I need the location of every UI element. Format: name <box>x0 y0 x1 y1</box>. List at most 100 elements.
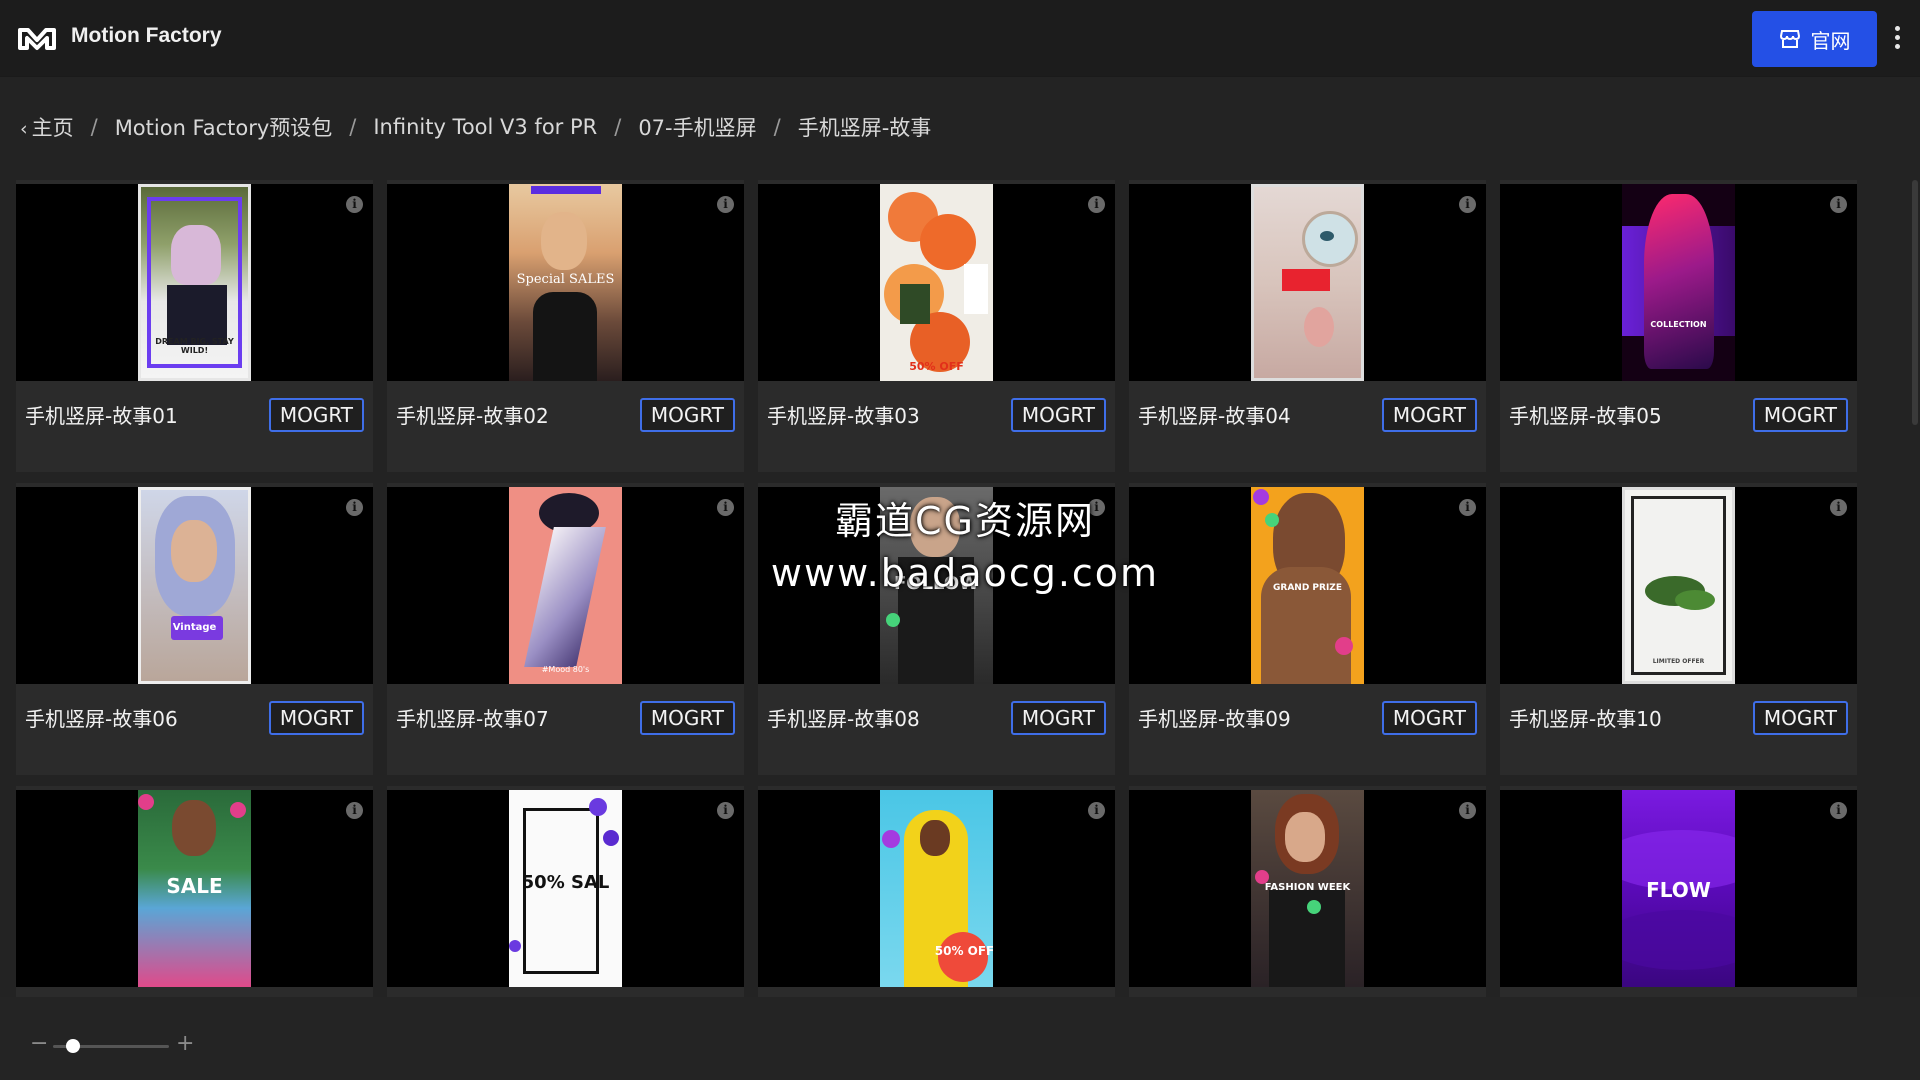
info-icon[interactable]: i <box>717 196 734 213</box>
breadcrumb: ‹ 主页 / Motion Factory预设包 / Infinity Tool … <box>20 112 931 142</box>
poster-text: COLLECTION <box>1650 320 1707 329</box>
mogrt-badge[interactable]: MOGRT <box>268 398 364 432</box>
preset-title: 手机竖屏-故事01 <box>25 404 178 428</box>
info-icon[interactable]: i <box>1088 196 1105 213</box>
breadcrumb-item[interactable]: 07-手机竖屏 <box>638 112 756 142</box>
preset-card[interactable]: COLLECTION i 手机竖屏-故事05 MOGRT <box>1500 180 1857 472</box>
preset-thumbnail[interactable]: i <box>1129 184 1486 381</box>
preset-title: 手机竖屏-故事10 <box>1509 707 1662 731</box>
mogrt-badge[interactable]: MOGRT <box>639 701 735 735</box>
info-icon[interactable]: i <box>1830 196 1847 213</box>
mogrt-badge[interactable]: MOGRT <box>1381 701 1477 735</box>
store-icon <box>1779 30 1800 48</box>
poster-text: #Mood 80's <box>541 665 590 674</box>
poster-text: SALE <box>166 874 223 898</box>
grid-scrollbar[interactable] <box>1912 180 1918 425</box>
breadcrumb-item[interactable]: Infinity Tool V3 for PR <box>373 115 597 139</box>
preset-thumbnail[interactable]: DREAM BIG, STAY WILD! i <box>16 184 373 381</box>
mogrt-badge[interactable]: MOGRT <box>1752 701 1848 735</box>
official-site-label: 官网 <box>1810 28 1851 53</box>
preset-title: 手机竖屏-故事03 <box>767 404 920 428</box>
breadcrumb-item[interactable]: Motion Factory预设包 <box>115 112 333 142</box>
preset-card[interactable]: 50% OFF i <box>758 786 1115 997</box>
info-icon[interactable]: i <box>1459 499 1476 516</box>
mogrt-badge[interactable]: MOGRT <box>1752 398 1848 432</box>
preset-card[interactable]: Special SALES i 手机竖屏-故事02 MOGRT <box>387 180 744 472</box>
zoom-slider-handle[interactable] <box>65 1039 80 1053</box>
breadcrumb-home[interactable]: ‹ 主页 <box>20 112 74 142</box>
mogrt-badge[interactable]: MOGRT <box>1010 701 1106 735</box>
info-icon[interactable]: i <box>1088 802 1105 819</box>
breadcrumb-home-label: 主页 <box>31 116 74 140</box>
mogrt-badge[interactable]: MOGRT <box>639 398 735 432</box>
preset-card[interactable]: FASHION WEEK i <box>1129 786 1486 997</box>
poster-text: 50% SAL <box>521 872 610 893</box>
preset-thumbnail[interactable]: Vintage i <box>16 487 373 684</box>
mogrt-badge[interactable]: MOGRT <box>1010 398 1106 432</box>
breadcrumb-current: 手机竖屏-故事 <box>797 116 932 140</box>
preset-title: 手机竖屏-故事02 <box>396 404 549 428</box>
poster-text: FOLLOW <box>893 573 980 594</box>
preset-card[interactable]: i 手机竖屏-故事04 MOGRT <box>1129 180 1486 472</box>
preset-title: 手机竖屏-故事09 <box>1138 707 1291 731</box>
preset-thumbnail[interactable]: #Mood 80's i <box>387 487 744 684</box>
breadcrumb-separator: / <box>614 115 622 139</box>
preset-thumbnail[interactable]: LIMITED OFFER i <box>1500 487 1857 684</box>
motion-factory-logo-icon <box>18 28 56 50</box>
preset-thumbnail[interactable]: Special SALES i <box>387 184 744 381</box>
app-title: Motion Factory <box>71 24 222 47</box>
poster-text: FLOW <box>1646 878 1711 902</box>
preset-card[interactable]: LIMITED OFFER i 手机竖屏-故事10 MOGRT <box>1500 483 1857 775</box>
preset-card[interactable]: DREAM BIG, STAY WILD! i 手机竖屏-故事01 MOGRT <box>16 180 373 472</box>
info-icon[interactable]: i <box>346 196 363 213</box>
preset-title: 手机竖屏-故事07 <box>396 707 549 731</box>
info-icon[interactable]: i <box>1459 196 1476 213</box>
breadcrumb-separator: / <box>349 115 357 139</box>
preset-title: 手机竖屏-故事04 <box>1138 404 1291 428</box>
info-icon[interactable]: i <box>717 802 734 819</box>
preset-thumbnail[interactable]: 50% OFF i <box>758 790 1115 987</box>
preset-title: 手机竖屏-故事06 <box>25 707 178 731</box>
poster-text: FASHION WEEK <box>1264 882 1351 893</box>
breadcrumb-separator: / <box>90 115 98 139</box>
preset-card[interactable]: #Mood 80's i 手机竖屏-故事07 MOGRT <box>387 483 744 775</box>
zoom-out-icon[interactable]: − <box>30 1031 48 1056</box>
info-icon[interactable]: i <box>346 499 363 516</box>
mogrt-badge[interactable]: MOGRT <box>268 701 364 735</box>
preset-thumbnail[interactable]: FLOW i <box>1500 790 1857 987</box>
preset-title: 手机竖屏-故事08 <box>767 707 920 731</box>
info-icon[interactable]: i <box>1830 802 1847 819</box>
info-icon[interactable]: i <box>717 499 734 516</box>
info-icon[interactable]: i <box>1088 499 1105 516</box>
poster-text: 50% OFF <box>909 360 964 373</box>
preset-thumbnail[interactable]: 50% OFF i <box>758 184 1115 381</box>
top-bar: Motion Factory 官网 <box>0 0 1920 77</box>
preset-thumbnail[interactable]: FOLLOW i <box>758 487 1115 684</box>
bottom-bar: − + <box>0 997 1920 1080</box>
poster-text: Special SALES <box>516 272 615 287</box>
preset-card[interactable]: 50% SAL i <box>387 786 744 997</box>
info-icon[interactable]: i <box>346 802 363 819</box>
preset-thumbnail[interactable]: COLLECTION i <box>1500 184 1857 381</box>
chevron-left-icon: ‹ <box>20 118 28 140</box>
preset-card[interactable]: 50% OFF i 手机竖屏-故事03 MOGRT <box>758 180 1115 472</box>
official-site-button[interactable]: 官网 <box>1752 11 1877 67</box>
preset-card[interactable]: FOLLOW i 手机竖屏-故事08 MOGRT <box>758 483 1115 775</box>
preset-card[interactable]: SALE i <box>16 786 373 997</box>
preset-thumbnail[interactable]: GRAND PRIZE i <box>1129 487 1486 684</box>
preset-thumbnail[interactable]: 50% SAL i <box>387 790 744 987</box>
mogrt-badge[interactable]: MOGRT <box>1381 398 1477 432</box>
info-icon[interactable]: i <box>1830 499 1847 516</box>
poster-text: GRAND PRIZE <box>1273 583 1342 593</box>
info-icon[interactable]: i <box>1459 802 1476 819</box>
preset-card[interactable]: Vintage i 手机竖屏-故事06 MOGRT <box>16 483 373 775</box>
more-menu-icon[interactable] <box>1894 26 1902 50</box>
poster-text: DREAM BIG, STAY WILD! <box>155 337 234 355</box>
preset-thumbnail[interactable]: FASHION WEEK i <box>1129 790 1486 987</box>
poster-text: 50% OFF <box>934 944 993 958</box>
preset-card[interactable]: FLOW i <box>1500 786 1857 997</box>
preset-thumbnail[interactable]: SALE i <box>16 790 373 987</box>
breadcrumb-separator: / <box>773 115 781 139</box>
zoom-in-icon[interactable]: + <box>176 1031 194 1056</box>
preset-card[interactable]: GRAND PRIZE i 手机竖屏-故事09 MOGRT <box>1129 483 1486 775</box>
